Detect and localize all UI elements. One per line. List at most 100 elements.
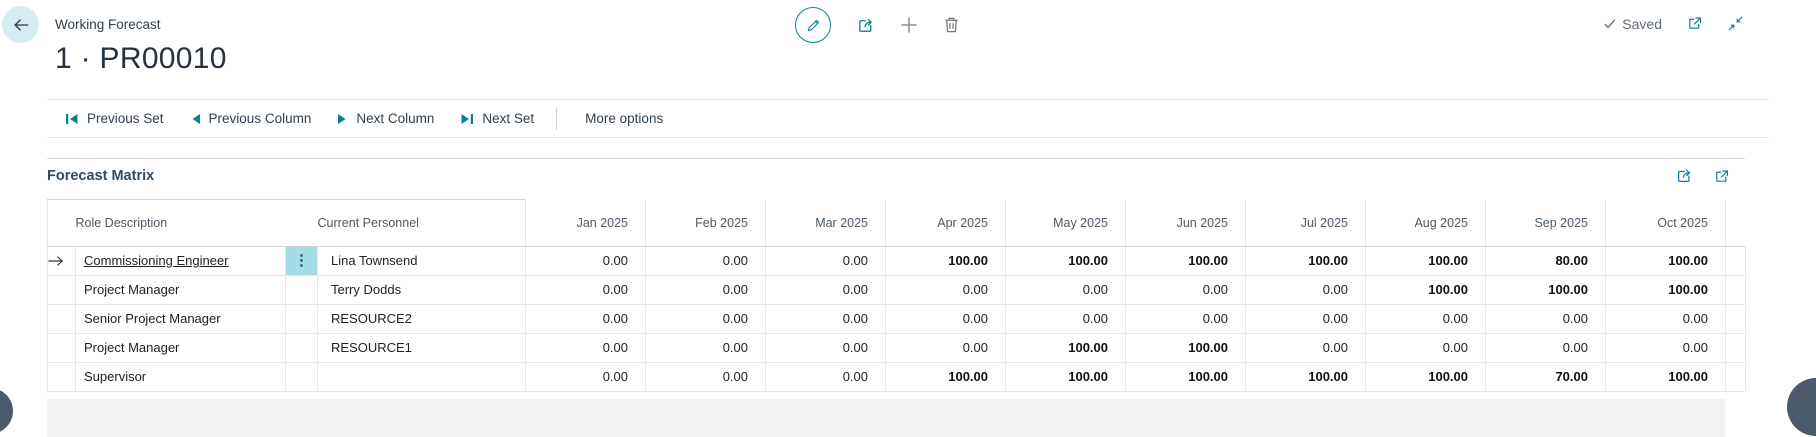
forecast-value-cell[interactable]: 100.00 [1126, 362, 1246, 391]
current-personnel-cell[interactable]: RESOURCE2 [318, 304, 526, 333]
forecast-value-cell[interactable]: 100.00 [1366, 275, 1486, 304]
forecast-value-cell[interactable]: 0.00 [646, 333, 766, 362]
role-description-header[interactable]: Role Description [76, 200, 286, 246]
forecast-value-cell[interactable]: 0.00 [1246, 333, 1366, 362]
collapse-page-button[interactable] [1727, 15, 1744, 32]
forecast-value-cell[interactable]: 100.00 [886, 362, 1006, 391]
month-column-header[interactable]: Apr 2025 [886, 200, 1006, 246]
scroll-left-button[interactable] [0, 388, 13, 434]
forecast-value-cell[interactable]: 0.00 [766, 333, 886, 362]
forecast-value-cell[interactable]: 0.00 [766, 304, 886, 333]
forecast-value-cell[interactable]: 0.00 [766, 275, 886, 304]
matrix-share-button[interactable] [1675, 167, 1693, 185]
row-menu-button[interactable] [286, 362, 318, 391]
current-personnel-cell[interactable]: Lina Townsend [318, 246, 526, 275]
previous-set-button[interactable]: Previous Set [59, 107, 176, 130]
row-menu-button[interactable]: ⋮ [286, 246, 318, 275]
forecast-value-cell[interactable]: 100.00 [1606, 362, 1726, 391]
forecast-value-cell[interactable]: 100.00 [1606, 275, 1726, 304]
forecast-value-cell[interactable]: 0.00 [1246, 275, 1366, 304]
current-personnel-cell[interactable]: Terry Dodds [318, 275, 526, 304]
role-description-text[interactable]: Commissioning Engineer [84, 253, 229, 268]
forecast-value-cell[interactable]: 0.00 [1006, 275, 1126, 304]
month-column-header[interactable]: Oct 2025 [1606, 200, 1726, 246]
forecast-value-cell[interactable]: 0.00 [1366, 304, 1486, 333]
forecast-value-cell[interactable]: 0.00 [1486, 304, 1606, 333]
current-personnel-cell[interactable] [318, 362, 526, 391]
delete-button[interactable] [943, 16, 960, 34]
add-button[interactable] [900, 16, 918, 34]
forecast-value-cell[interactable]: 0.00 [646, 275, 766, 304]
forecast-value-cell[interactable]: 0.00 [646, 362, 766, 391]
share-icon [856, 16, 875, 35]
forecast-value-cell[interactable]: 0.00 [1606, 304, 1726, 333]
row-menu-button[interactable] [286, 275, 318, 304]
open-in-new-window-button[interactable] [1686, 15, 1703, 32]
forecast-value-cell[interactable]: 0.00 [886, 304, 1006, 333]
month-column-header[interactable]: Jun 2025 [1126, 200, 1246, 246]
forecast-value-cell[interactable]: 100.00 [1606, 246, 1726, 275]
forecast-value-cell[interactable]: 100.00 [1246, 246, 1366, 275]
month-column-header[interactable]: Feb 2025 [646, 200, 766, 246]
month-column-header[interactable]: May 2025 [1006, 200, 1126, 246]
forecast-value-cell[interactable]: 0.00 [1126, 275, 1246, 304]
forecast-value-cell[interactable]: 0.00 [766, 246, 886, 275]
forecast-value-cell[interactable]: 0.00 [526, 362, 646, 391]
role-description-cell[interactable]: Supervisor [76, 362, 286, 391]
matrix-popout-button[interactable] [1713, 167, 1730, 185]
forecast-value-cell[interactable]: 0.00 [646, 304, 766, 333]
forecast-value-cell[interactable]: 0.00 [1126, 304, 1246, 333]
month-column-header[interactable]: Mar 2025 [766, 200, 886, 246]
forecast-value-cell[interactable]: 100.00 [1006, 362, 1126, 391]
next-set-button[interactable]: Next Set [454, 107, 546, 130]
share-button[interactable] [856, 16, 875, 35]
current-personnel-cell[interactable]: RESOURCE1 [318, 333, 526, 362]
forecast-value-cell[interactable]: 0.00 [886, 333, 1006, 362]
role-description-text[interactable]: Supervisor [84, 369, 146, 384]
forecast-value-cell[interactable]: 0.00 [1006, 304, 1126, 333]
forecast-value-cell[interactable]: 100.00 [1366, 246, 1486, 275]
scroll-right-button[interactable] [1787, 378, 1816, 436]
row-menu-button[interactable] [286, 304, 318, 333]
role-description-text[interactable]: Senior Project Manager [84, 311, 221, 326]
back-button[interactable] [2, 6, 39, 43]
role-description-cell[interactable]: Commissioning Engineer [76, 246, 286, 275]
forecast-value-cell[interactable]: 100.00 [886, 246, 1006, 275]
forecast-value-cell[interactable]: 0.00 [766, 362, 886, 391]
month-column-header[interactable]: Jul 2025 [1246, 200, 1366, 246]
forecast-value-cell[interactable]: 100.00 [1126, 333, 1246, 362]
forecast-value-cell[interactable]: 0.00 [886, 275, 1006, 304]
forecast-value-cell[interactable]: 0.00 [1606, 333, 1726, 362]
forecast-value-cell[interactable]: 0.00 [526, 304, 646, 333]
role-description-text[interactable]: Project Manager [84, 340, 179, 355]
previous-column-button[interactable]: Previous Column [184, 107, 324, 130]
forecast-value-cell[interactable]: 0.00 [646, 246, 766, 275]
month-column-header[interactable]: Aug 2025 [1366, 200, 1486, 246]
current-personnel-header[interactable]: Current Personnel [318, 200, 526, 246]
role-description-text[interactable]: Project Manager [84, 282, 179, 297]
forecast-value-cell[interactable]: 70.00 [1486, 362, 1606, 391]
month-column-header[interactable]: Sep 2025 [1486, 200, 1606, 246]
forecast-value-cell[interactable]: 100.00 [1486, 275, 1606, 304]
forecast-value-cell[interactable]: 0.00 [526, 333, 646, 362]
more-options-button[interactable]: More options [575, 107, 673, 130]
role-description-cell[interactable]: Project Manager [76, 333, 286, 362]
forecast-value-cell[interactable]: 80.00 [1486, 246, 1606, 275]
forecast-value-cell[interactable]: 0.00 [1246, 304, 1366, 333]
forecast-value-cell[interactable]: 0.00 [526, 275, 646, 304]
role-description-cell[interactable]: Project Manager [76, 275, 286, 304]
forecast-value-cell[interactable]: 0.00 [526, 246, 646, 275]
next-column-button[interactable]: Next Column [331, 107, 446, 130]
forecast-value-cell[interactable]: 100.00 [1246, 362, 1366, 391]
forecast-value-cell[interactable]: 100.00 [1366, 362, 1486, 391]
forecast-value-cell[interactable]: 0.00 [1486, 333, 1606, 362]
row-menu-button[interactable] [286, 333, 318, 362]
row-spacer [1726, 333, 1746, 362]
forecast-value-cell[interactable]: 100.00 [1126, 246, 1246, 275]
forecast-value-cell[interactable]: 0.00 [1366, 333, 1486, 362]
forecast-value-cell[interactable]: 100.00 [1006, 333, 1126, 362]
forecast-value-cell[interactable]: 100.00 [1006, 246, 1126, 275]
edit-button[interactable] [795, 7, 831, 43]
month-column-header[interactable]: Jan 2025 [526, 200, 646, 246]
role-description-cell[interactable]: Senior Project Manager [76, 304, 286, 333]
